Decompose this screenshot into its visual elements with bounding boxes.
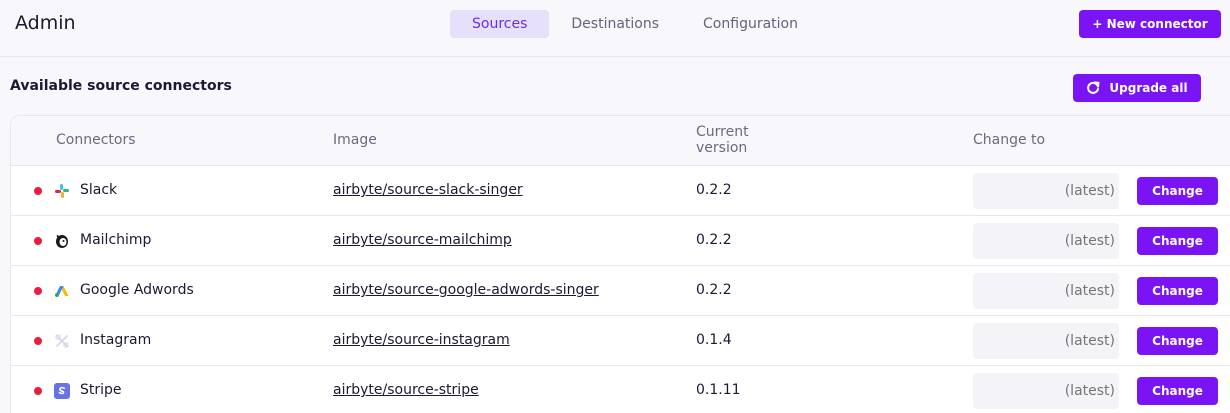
change-button[interactable]: Change bbox=[1137, 277, 1218, 305]
change-to-input[interactable] bbox=[973, 173, 1119, 209]
table-row: Stripe airbyte/source-stripe 0.1.11 Chan… bbox=[11, 366, 1230, 413]
connector-name: Slack bbox=[80, 182, 118, 198]
tab-sources[interactable]: Sources bbox=[450, 10, 550, 38]
tab-configuration[interactable]: Configuration bbox=[681, 10, 820, 38]
instagram-icon bbox=[54, 333, 70, 349]
new-connector-button[interactable]: + New connector bbox=[1079, 10, 1221, 38]
table-row: Instagram airbyte/source-instagram 0.1.4… bbox=[11, 316, 1230, 366]
connector-name: Instagram bbox=[80, 332, 152, 348]
image-link[interactable]: airbyte/source-mailchimp bbox=[333, 232, 512, 248]
change-to-input[interactable] bbox=[973, 273, 1119, 309]
current-version: 0.2.2 bbox=[696, 182, 732, 198]
column-header-image: Image bbox=[333, 132, 377, 148]
change-to-input[interactable] bbox=[973, 323, 1119, 359]
connector-name: Mailchimp bbox=[80, 232, 152, 248]
image-link[interactable]: airbyte/source-stripe bbox=[333, 382, 479, 398]
connector-name: Stripe bbox=[80, 382, 122, 398]
status-dot bbox=[34, 337, 42, 345]
refresh-icon bbox=[1087, 81, 1100, 94]
column-header-change-to: Change to bbox=[973, 132, 1046, 148]
change-button[interactable]: Change bbox=[1137, 377, 1218, 405]
tab-bar: Sources Destinations Configuration bbox=[450, 10, 820, 38]
change-button[interactable]: Change bbox=[1137, 327, 1218, 355]
section-title: Available source connectors bbox=[10, 78, 232, 94]
top-bar: Admin Sources Destinations Configuration… bbox=[0, 0, 1230, 57]
current-version: 0.2.2 bbox=[696, 232, 732, 248]
status-dot bbox=[34, 187, 42, 195]
table-row: Slack airbyte/source-slack-singer 0.2.2 … bbox=[11, 166, 1230, 216]
current-version: 0.1.11 bbox=[696, 382, 741, 398]
column-header-connectors: Connectors bbox=[56, 132, 136, 148]
status-dot bbox=[34, 387, 42, 395]
connectors-table: Connectors Image Current version Change … bbox=[10, 115, 1230, 413]
table-header: Connectors Image Current version Change … bbox=[11, 116, 1230, 166]
image-link[interactable]: airbyte/source-instagram bbox=[333, 332, 510, 348]
table-row: Mailchimp airbyte/source-mailchimp 0.2.2… bbox=[11, 216, 1230, 266]
stripe-icon bbox=[54, 383, 70, 399]
change-button[interactable]: Change bbox=[1137, 177, 1218, 205]
status-dot bbox=[34, 287, 42, 295]
image-link[interactable]: airbyte/source-google-adwords-singer bbox=[333, 282, 599, 298]
connector-name: Google Adwords bbox=[80, 282, 194, 298]
image-link[interactable]: airbyte/source-slack-singer bbox=[333, 182, 523, 198]
upgrade-all-label: Upgrade all bbox=[1109, 81, 1188, 95]
current-version: 0.2.2 bbox=[696, 282, 732, 298]
change-button[interactable]: Change bbox=[1137, 227, 1218, 255]
upgrade-all-button[interactable]: Upgrade all bbox=[1073, 74, 1201, 102]
google-adwords-icon bbox=[54, 283, 70, 299]
status-dot bbox=[34, 237, 42, 245]
mailchimp-icon bbox=[54, 233, 70, 249]
column-header-current-version: Current version bbox=[696, 124, 749, 156]
change-to-input[interactable] bbox=[973, 223, 1119, 259]
table-row: Google Adwords airbyte/source-google-adw… bbox=[11, 266, 1230, 316]
slack-icon bbox=[54, 183, 70, 199]
page-title: Admin bbox=[15, 12, 76, 34]
tab-destinations[interactable]: Destinations bbox=[549, 10, 681, 38]
change-to-input[interactable] bbox=[973, 373, 1119, 409]
current-version: 0.1.4 bbox=[696, 332, 732, 348]
